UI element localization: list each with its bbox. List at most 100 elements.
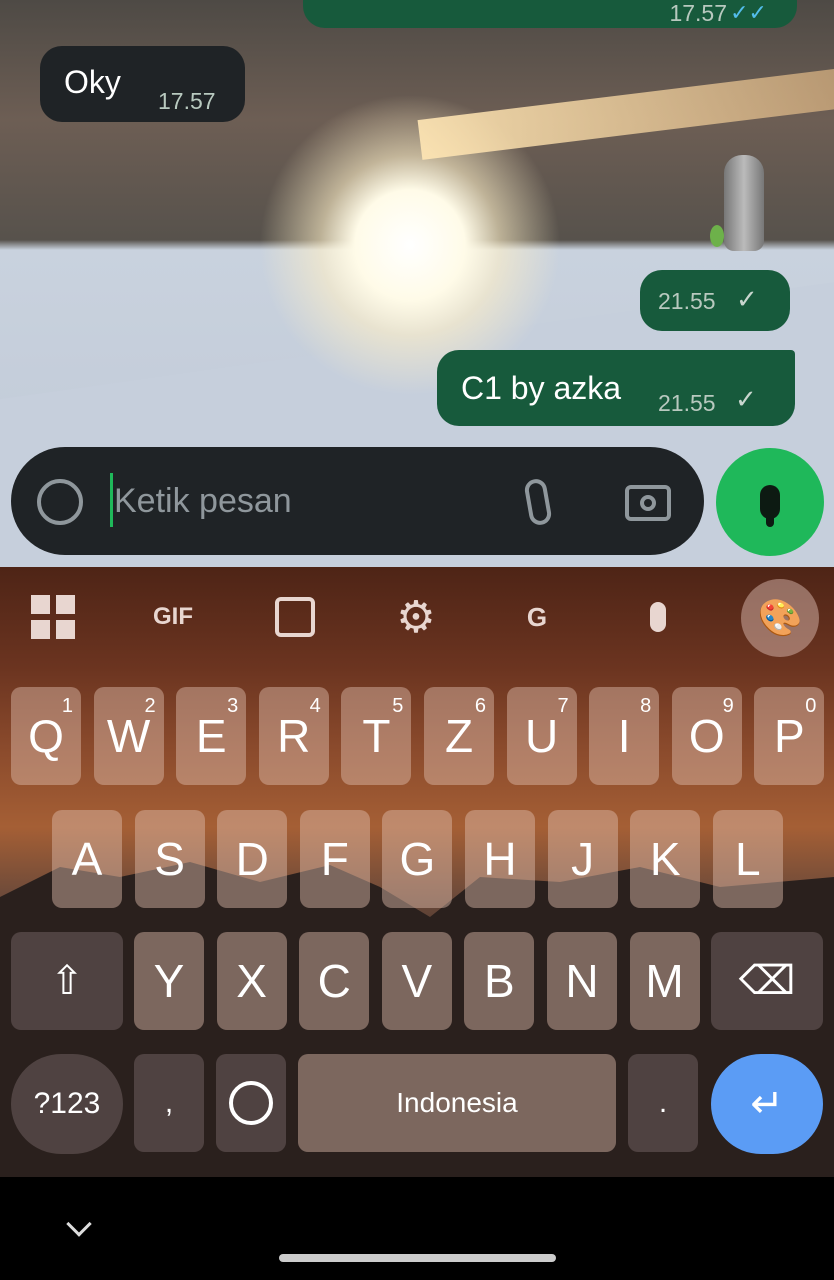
key-label: U xyxy=(524,710,559,762)
message-time: 21.55 xyxy=(658,288,716,314)
sent-tick-icon: ✓ xyxy=(735,384,757,414)
comma-key[interactable]: , xyxy=(134,1054,204,1152)
navigation-bar xyxy=(0,1177,834,1280)
message-input[interactable] xyxy=(114,475,494,527)
key[interactable]: T5 xyxy=(341,687,412,785)
key[interactable]: W2 xyxy=(93,687,164,785)
key-label: L xyxy=(735,833,761,885)
key-label: X xyxy=(236,955,267,1007)
key[interactable]: U7 xyxy=(506,687,577,785)
key[interactable]: Y xyxy=(134,932,204,1030)
key-hint: 3 xyxy=(227,695,239,717)
key-label: C xyxy=(317,955,351,1007)
key-hint: 7 xyxy=(557,695,569,717)
gif-button[interactable]: GIF xyxy=(143,587,203,647)
palette-icon[interactable]: 🎨 xyxy=(741,579,819,657)
key[interactable]: C xyxy=(299,932,370,1030)
message-outgoing[interactable]: 17.57 ✓✓ xyxy=(303,0,797,28)
key[interactable]: V xyxy=(381,932,452,1030)
key-label: G xyxy=(399,833,436,885)
key-label: H xyxy=(483,833,517,885)
key[interactable]: P0 xyxy=(754,687,825,785)
key[interactable]: O9 xyxy=(671,687,742,785)
paperclip-icon[interactable] xyxy=(523,477,553,527)
key[interactable]: I8 xyxy=(589,687,660,785)
period-key[interactable]: . xyxy=(628,1054,698,1152)
key-hint: 1 xyxy=(61,695,73,717)
key[interactable]: L xyxy=(712,810,783,908)
message-time: 17.57 xyxy=(669,0,727,26)
key[interactable]: E3 xyxy=(176,687,247,785)
key[interactable]: R4 xyxy=(258,687,329,785)
key-hint: 2 xyxy=(144,695,156,717)
key[interactable]: X xyxy=(216,932,287,1030)
key-hint: 8 xyxy=(640,695,652,717)
key[interactable]: H xyxy=(465,810,535,908)
symbols-key[interactable]: ?123 xyxy=(11,1054,123,1154)
text-cursor xyxy=(110,473,113,527)
camera-icon[interactable] xyxy=(625,485,671,521)
key-label: O xyxy=(688,710,725,762)
shift-key[interactable]: ⇧ xyxy=(11,932,123,1030)
key-hint: 5 xyxy=(392,695,404,717)
key-label: D xyxy=(235,833,269,885)
key[interactable]: K xyxy=(630,810,701,908)
keyboard: GIF ⚙ G 🎨 Q1W2E3R4T5Z6U7I8O9P0 ASDFGHJKL… xyxy=(0,567,834,1177)
key-label: F xyxy=(320,833,349,885)
key[interactable]: M xyxy=(629,932,700,1030)
gear-icon[interactable]: ⚙ xyxy=(386,587,446,647)
message-outgoing-sticker[interactable]: 21.55 ✓ xyxy=(640,270,790,331)
key[interactable]: N xyxy=(547,932,617,1030)
key-label: Z xyxy=(444,710,474,762)
key-hint: 4 xyxy=(309,695,321,717)
sticker-emoji-icon[interactable] xyxy=(37,479,83,525)
key[interactable]: J xyxy=(547,810,618,908)
key[interactable]: Q1 xyxy=(11,687,81,785)
apps-icon[interactable] xyxy=(23,587,83,647)
message-time: 17.57 xyxy=(158,88,216,114)
key[interactable]: A xyxy=(52,810,122,908)
key-hint: 6 xyxy=(474,695,486,717)
key-label: M xyxy=(645,955,684,1007)
mic-icon[interactable] xyxy=(628,587,688,647)
translate-icon[interactable]: G xyxy=(507,587,567,647)
key-label: Q xyxy=(28,710,64,762)
message-composer[interactable] xyxy=(11,447,704,555)
key[interactable]: S xyxy=(134,810,205,908)
sticker-icon[interactable] xyxy=(265,587,325,647)
message-outgoing[interactable]: C1 by azka 21.55 ✓ xyxy=(437,350,795,426)
mic-icon xyxy=(760,485,780,519)
key[interactable]: G xyxy=(382,810,453,908)
message-time: 21.55 xyxy=(658,390,716,416)
backspace-key[interactable]: ⌫ xyxy=(711,932,823,1030)
message-text: Oky xyxy=(64,64,121,100)
key-label: R xyxy=(277,710,311,762)
key-hint: 9 xyxy=(722,695,734,717)
key-label: T xyxy=(362,710,391,762)
key[interactable]: D xyxy=(217,810,288,908)
key-label: N xyxy=(565,955,599,1007)
message-incoming[interactable]: Oky 17.57 xyxy=(40,46,245,122)
space-key[interactable]: Indonesia xyxy=(298,1054,616,1152)
key[interactable]: B xyxy=(464,932,535,1030)
key-label: V xyxy=(401,955,433,1007)
key-label: B xyxy=(484,955,515,1007)
key[interactable]: F xyxy=(299,810,370,908)
enter-key[interactable]: ↵ xyxy=(711,1054,823,1154)
read-ticks-icon: ✓✓ xyxy=(730,0,767,25)
key-label: Y xyxy=(153,955,185,1007)
home-gesture-bar[interactable] xyxy=(279,1254,556,1262)
key-label: K xyxy=(649,833,681,885)
emoji-icon xyxy=(229,1081,273,1125)
chat-background: 17.57 ✓✓ Oky 17.57 21.55 ✓ C1 by azka 21… xyxy=(0,0,834,567)
emoji-key[interactable] xyxy=(216,1054,286,1152)
key[interactable]: Z6 xyxy=(424,687,494,785)
moai-sticker[interactable] xyxy=(710,155,772,253)
key-label: J xyxy=(571,833,595,885)
key-hint: 0 xyxy=(805,695,817,717)
key-label: P xyxy=(774,710,805,762)
hide-keyboard-chevron-icon[interactable] xyxy=(66,1211,92,1237)
voice-record-button[interactable] xyxy=(716,448,824,556)
sent-tick-icon: ✓ xyxy=(736,284,758,314)
background-light-beam xyxy=(417,68,834,160)
